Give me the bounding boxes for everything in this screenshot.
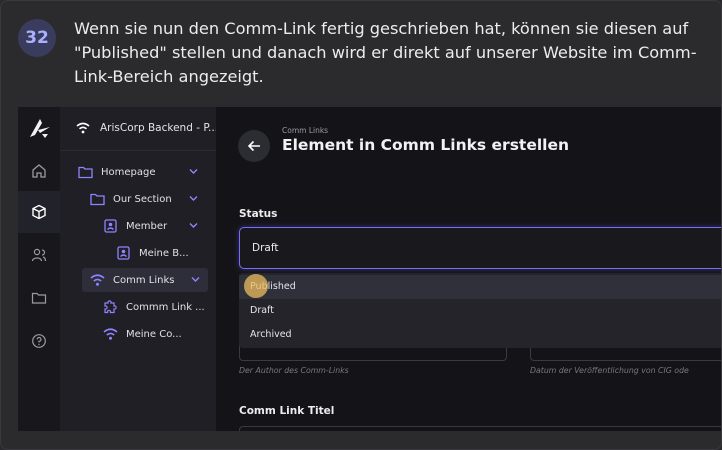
content-tree: ArisCorp Backend - P... Homepage Our Sec… [60, 107, 219, 431]
badge-icon [117, 246, 130, 260]
badge-icon [104, 219, 117, 233]
tutorial-step-card: 32 Wenn sie nun den Comm-Link fertig ges… [0, 0, 722, 450]
wifi-icon [76, 122, 90, 134]
page-title: Element in Comm Links erstellen [282, 136, 570, 154]
tree-item-label: Meine Co... [126, 328, 182, 340]
tree-item-commm-link[interactable]: Commm Link ... [103, 295, 215, 319]
help-icon[interactable] [31, 333, 47, 349]
project-title: ArisCorp Backend - P... [100, 122, 219, 134]
status-selected-value: Draft [252, 242, 279, 254]
tree-item-label: Member [126, 220, 168, 232]
chevron-down-icon[interactable] [189, 222, 198, 229]
tree-item-label: Homepage [101, 166, 156, 178]
puzzle-icon [104, 300, 117, 314]
folder-icon[interactable] [31, 290, 47, 306]
status-label: Status [239, 208, 278, 220]
breadcrumb[interactable]: Comm Links [282, 126, 328, 135]
step-description: Wenn sie nun den Comm-Link fertig geschr… [74, 19, 697, 86]
option-published[interactable]: Published [239, 275, 721, 299]
logo-icon[interactable] [28, 117, 52, 139]
chevron-down-icon[interactable] [189, 195, 198, 202]
tree-item-comm-links[interactable]: Comm Links [82, 268, 208, 292]
tree-item-label: Meine B... [139, 247, 189, 259]
tree-item-meine-b[interactable]: Meine B... [116, 241, 212, 265]
author-hint: Der Author des Comm-Links [239, 366, 349, 375]
users-icon[interactable] [31, 247, 47, 263]
back-button[interactable] [238, 130, 270, 162]
chevron-down-icon[interactable] [191, 276, 200, 283]
folder-icon [78, 166, 93, 179]
cube-icon[interactable] [31, 204, 47, 220]
status-dropdown: Published Draft Archived [239, 273, 721, 348]
comm-link-title-field[interactable] [239, 426, 721, 431]
app-screenshot: ArisCorp Backend - P... Homepage Our Sec… [18, 107, 721, 431]
comm-link-title-label: Comm Link Titel [239, 405, 335, 417]
folder-icon [90, 193, 105, 206]
home-icon[interactable] [31, 163, 47, 179]
project-header[interactable]: ArisCorp Backend - P... [60, 107, 219, 151]
tree-item-label: Comm Links [113, 274, 175, 286]
wifi-icon [90, 274, 105, 286]
arrow-left-icon [247, 140, 260, 152]
tree-item-our-section[interactable]: Our Section [90, 187, 206, 211]
chevron-down-icon[interactable] [189, 168, 198, 175]
option-draft[interactable]: Draft [239, 299, 721, 323]
click-indicator [244, 274, 268, 298]
tree-item-label: Commm Link ... [126, 301, 205, 313]
tree-item-meine-co[interactable]: Meine Co... [103, 322, 215, 346]
main-panel: Comm Links Element in Comm Links erstell… [216, 107, 721, 431]
option-archived[interactable]: Archived [239, 323, 721, 347]
wifi-icon [103, 328, 118, 340]
tree-item-member[interactable]: Member [103, 214, 206, 238]
step-number-badge: 32 [18, 19, 56, 57]
date-hint: Datum der Veröffentlichung von CIG ode [530, 366, 689, 375]
status-select[interactable]: Draft [239, 227, 721, 269]
tree-item-label: Our Section [113, 193, 172, 205]
tree-item-homepage[interactable]: Homepage [78, 160, 206, 184]
icon-rail [18, 107, 60, 431]
